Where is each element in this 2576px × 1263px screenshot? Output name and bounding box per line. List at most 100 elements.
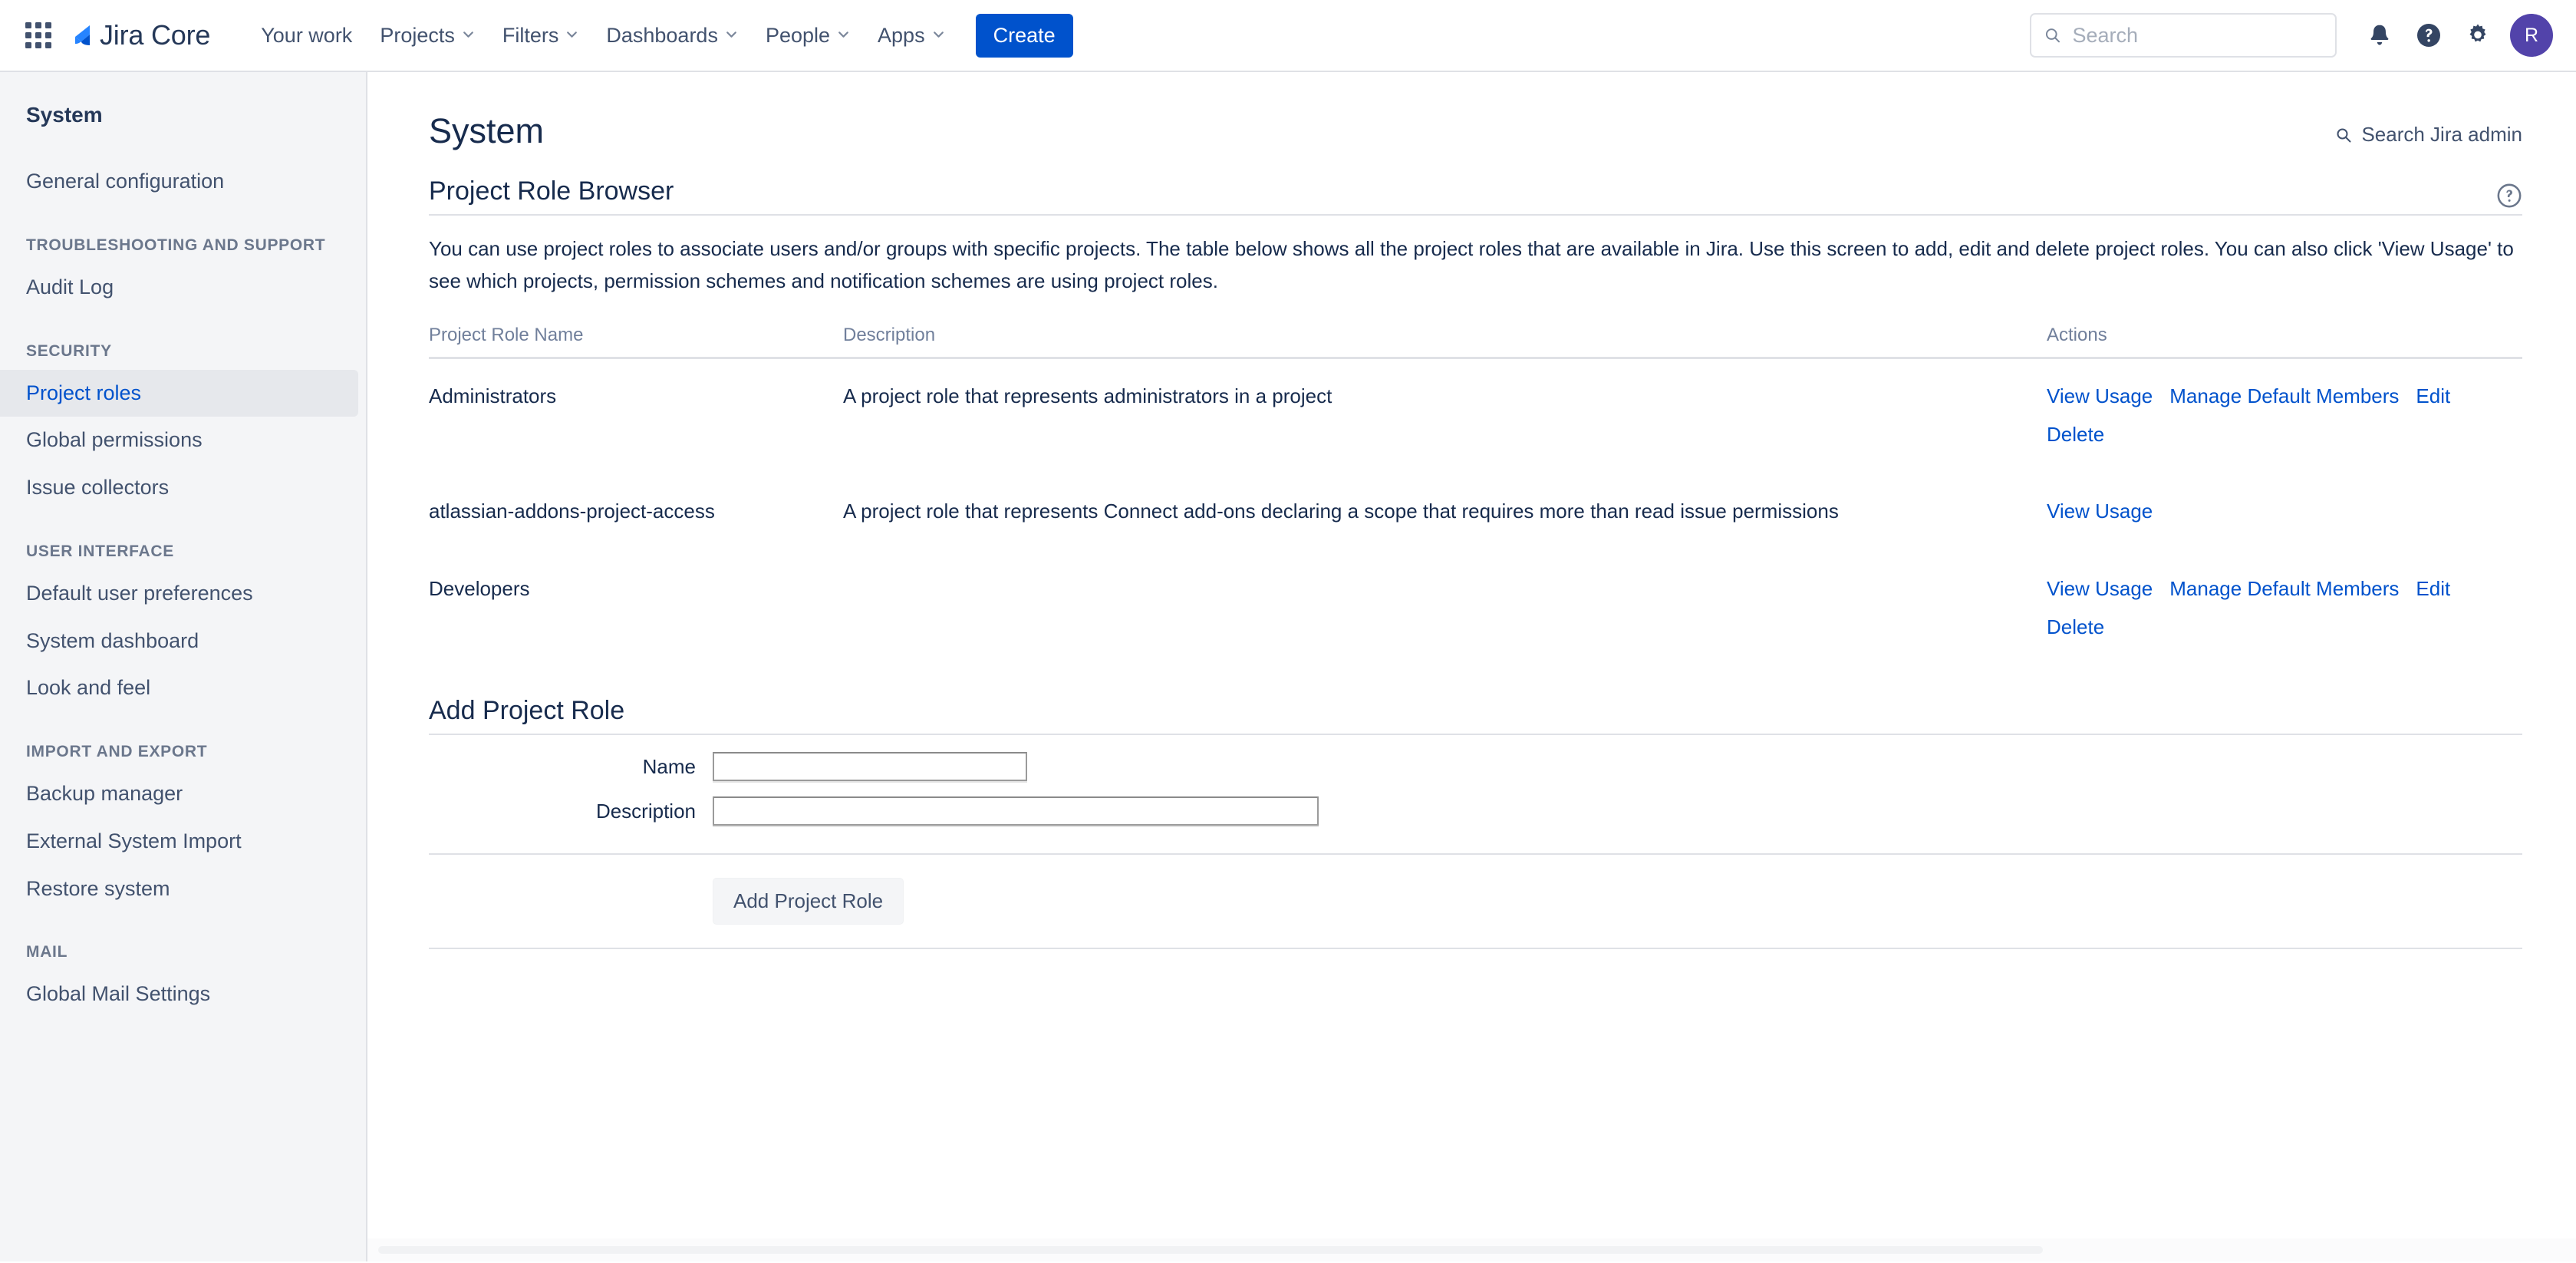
help-button[interactable] [2404,11,2453,60]
name-input[interactable] [713,752,1027,782]
sidebar-item-global-mail-settings[interactable]: Global Mail Settings [0,971,358,1018]
brand-home-link[interactable]: Jira Core [64,19,210,51]
app-switcher-button[interactable] [21,18,55,52]
global-search-box[interactable] [2030,13,2337,58]
search-jira-admin-label: Search Jira admin [2361,123,2522,146]
nav-right-actions: R [2030,11,2553,60]
chevron-down-icon [726,31,736,38]
nav-item-your-work[interactable]: Your work [247,16,366,55]
table-row: atlassian-addons-project-access A projec… [429,474,2522,551]
cell-role-description: A project role that represents administr… [843,384,1332,407]
column-header-description: Description [843,324,2047,359]
settings-button[interactable] [2453,11,2502,60]
nav-item-label: Your work [261,23,353,47]
form-row-name: Name [429,752,2522,782]
bell-icon [2370,25,2389,45]
admin-sidebar: System General configuration TROUBLESHOO… [0,72,367,1261]
table-row: Administrators A project role that repre… [429,358,2522,474]
cell-role-actions: View Usage Manage Default Members Edit D… [2047,552,2522,668]
sidebar-item-backup-manager[interactable]: Backup manager [0,770,358,818]
manage-default-members-link[interactable]: Manage Default Members [2169,573,2399,604]
search-jira-admin-link[interactable]: Search Jira admin [2334,123,2522,147]
section-title: Project Role Browser [429,176,674,206]
cell-role-actions: View Usage [2047,474,2522,551]
chevron-down-icon [567,31,578,38]
sidebar-group-mail: MAIL [26,943,68,961]
sidebar-item-label: System dashboard [26,628,199,652]
sidebar-item-global-permissions[interactable]: Global permissions [0,417,358,464]
sidebar-group-user-interface: USER INTERFACE [26,542,174,560]
description-input[interactable] [713,796,1319,826]
add-project-role-button[interactable]: Add Project Role [713,878,904,925]
primary-nav-items: Your work Projects Filters Dashboards Pe… [247,16,958,55]
gear-icon [2469,24,2486,42]
sidebar-item-issue-collectors[interactable]: Issue collectors [0,464,358,512]
sidebar-item-general-configuration[interactable]: General configuration [0,158,358,206]
add-project-role-title: Add Project Role [429,696,625,726]
sidebar-item-label: Default user preferences [26,581,253,605]
sidebar-item-label: Look and feel [26,676,151,700]
edit-link[interactable]: Edit [2416,381,2450,411]
sidebar-group-security: SECURITY [26,341,112,360]
scrollbar-thumb [378,1246,2043,1254]
sidebar-item-system-dashboard[interactable]: System dashboard [0,618,358,665]
sidebar-item-label: Project roles [26,381,142,404]
table-body: Administrators A project role that repre… [429,358,2522,667]
sidebar-item-external-system-import[interactable]: External System Import [0,818,358,866]
cell-role-actions: View Usage Manage Default Members Edit D… [2047,358,2522,474]
sidebar-item-label: Audit Log [26,275,114,298]
create-button[interactable]: Create [975,13,1073,58]
search-icon [2337,128,2351,142]
sidebar-group-import-and-export: IMPORT AND EXPORT [26,743,208,760]
row-actions: View Usage [2047,496,2522,526]
manage-default-members-link[interactable]: Manage Default Members [2169,381,2399,411]
section-divider [429,213,2522,216]
brand-name: Jira Core [100,19,211,51]
section-header: Project Role Browser You can use project… [429,176,2522,297]
nav-item-filters[interactable]: Filters [489,16,593,55]
form-row-description: Description [429,796,2522,826]
view-usage-link[interactable]: View Usage [2047,496,2153,526]
description-label: Description [595,799,696,823]
nav-item-dashboards[interactable]: Dashboards [592,16,752,55]
nav-item-projects[interactable]: Projects [366,16,489,55]
nav-item-label: People [765,23,831,47]
table-head: Project Role Name Description Actions [429,324,2522,359]
chevron-down-icon [463,31,473,38]
view-usage-link[interactable]: View Usage [2047,573,2153,604]
column-header-project-role-name: Project Role Name [429,324,843,359]
delete-link[interactable]: Delete [2047,419,2104,450]
nav-item-label: Projects [380,23,455,47]
top-navigation-bar: Jira Core Your work Projects Filters Das… [0,0,2576,72]
sidebar-item-audit-log[interactable]: Audit Log [0,264,358,312]
delete-link[interactable]: Delete [2047,612,2104,642]
add-project-role-section: Add Project Role Name Description Add Pr… [429,696,2522,950]
help-circle-icon[interactable] [2496,183,2522,209]
nav-item-apps[interactable]: Apps [864,16,959,55]
cell-role-description [843,552,2047,668]
edit-link[interactable]: Edit [2416,573,2450,604]
chevron-down-icon [838,31,848,38]
sidebar-item-label: Issue collectors [26,476,170,499]
sidebar-item-look-and-feel[interactable]: Look and feel [0,664,358,712]
notifications-button[interactable] [2355,11,2404,60]
user-avatar[interactable]: R [2510,14,2553,57]
form-bottom-divider [429,948,2522,950]
search-input[interactable] [2070,22,2323,48]
sidebar-item-label: Global permissions [26,428,203,452]
main-header: System Search Jira admin [429,112,2522,150]
sidebar-item-restore-system[interactable]: Restore system [0,866,358,913]
table-row: Developers View Usage Manage Default Mem… [429,552,2522,668]
view-usage-link[interactable]: View Usage [2047,381,2153,411]
column-header-actions: Actions [2047,324,2522,359]
sidebar-item-default-user-preferences[interactable]: Default user preferences [0,570,358,618]
table-header-row: Project Role Name Description Actions [429,324,2522,359]
search-icon [2045,28,2060,43]
nav-item-people[interactable]: People [752,16,864,55]
row-actions: View Usage Manage Default Members Edit D… [2047,381,2522,450]
horizontal-scrollbar[interactable] [367,1238,2576,1261]
cell-role-name: Administrators [429,384,557,407]
jira-logo-icon [75,25,90,45]
sidebar-item-project-roles[interactable]: Project roles [0,369,358,417]
cell-role-name: atlassian-addons-project-access [429,500,715,523]
